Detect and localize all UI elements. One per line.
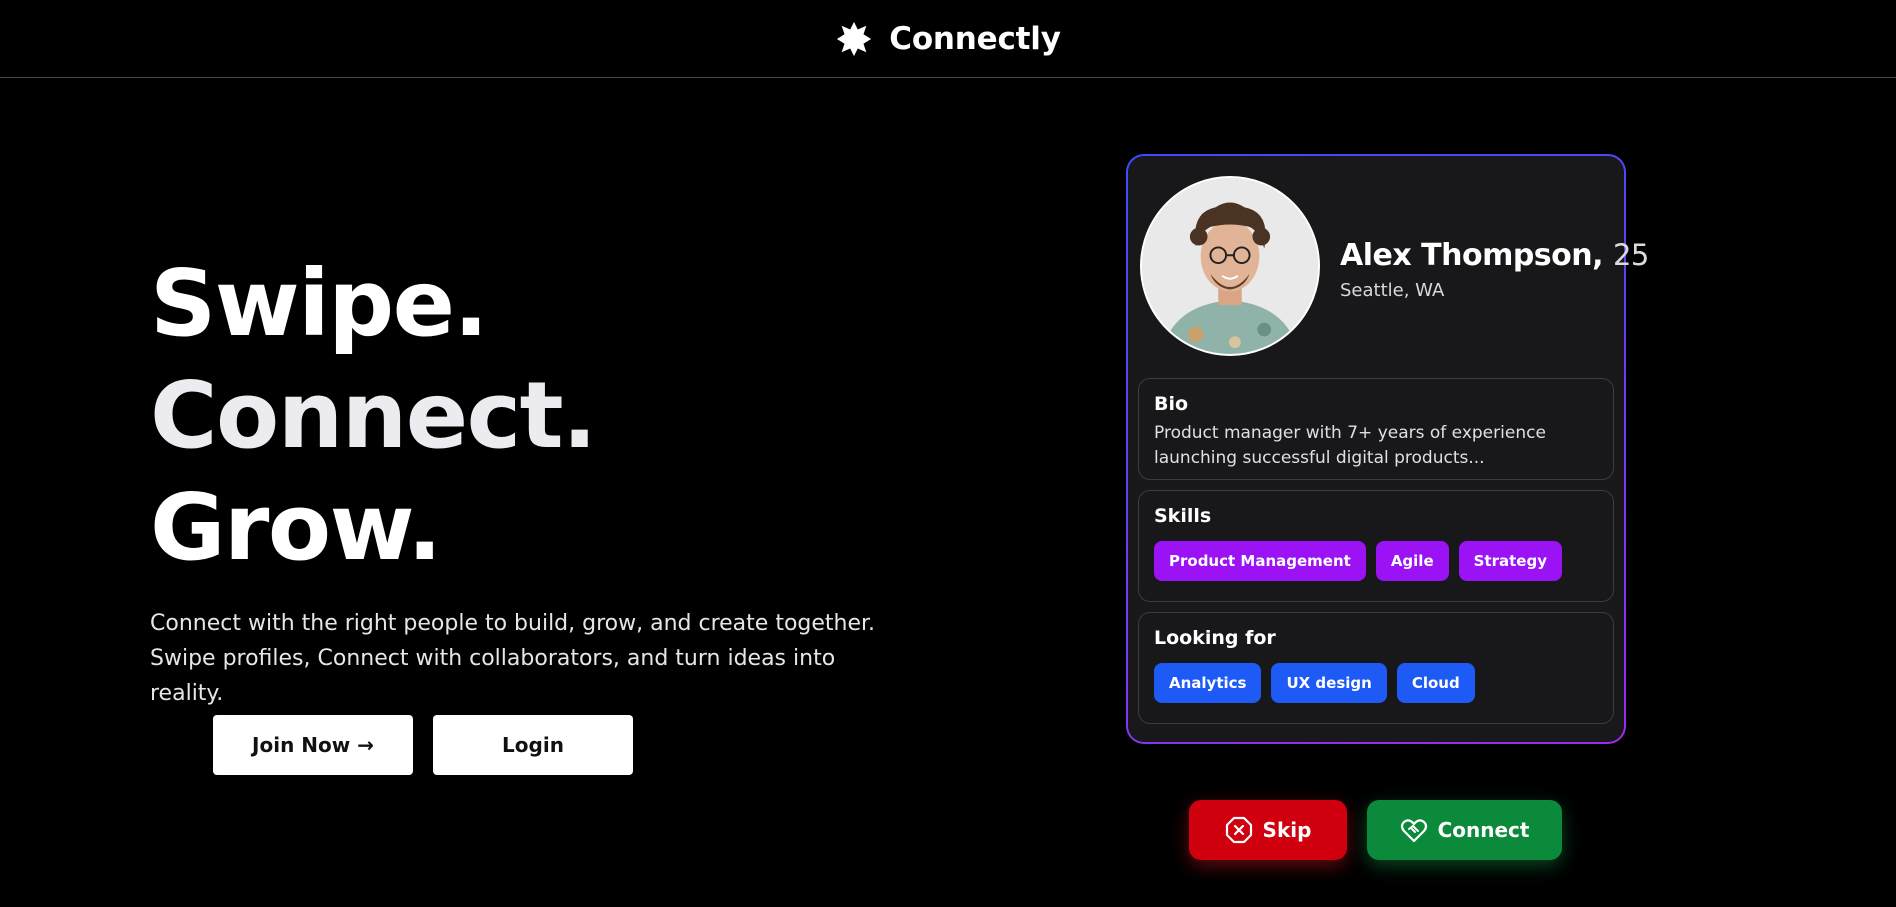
bio-title: Bio: [1154, 393, 1189, 415]
x-octagon-icon: [1225, 816, 1252, 844]
person-photo-icon: [1142, 178, 1318, 354]
profile-card-body: Alex Thompson, 25 Seattle, WA Bio Produc…: [1128, 156, 1649, 742]
profile-location: Seattle, WA: [1340, 280, 1445, 301]
skill-chip: Strategy: [1458, 541, 1562, 581]
profile-name-line: Alex Thompson, 25: [1340, 238, 1649, 273]
profile-age: 25: [1612, 238, 1649, 272]
looking-for-chip: UX design: [1271, 663, 1387, 703]
looking-for-title: Looking for: [1154, 627, 1276, 649]
looking-for-chip: Analytics: [1154, 663, 1262, 703]
hero-headline: Swipe. Connect. Grow.: [150, 248, 597, 584]
skip-label: Skip: [1262, 818, 1312, 842]
bio-text: Product manager with 7+ years of experie…: [1154, 423, 1546, 468]
looking-for-chip-list: Analytics UX design Cloud: [1154, 663, 1598, 703]
connect-label: Connect: [1437, 818, 1530, 842]
puzzle-star-logo-icon: [837, 21, 872, 56]
looking-for-chip: Cloud: [1396, 663, 1475, 703]
headline-grow: Grow.: [150, 474, 442, 581]
skip-button[interactable]: Skip: [1189, 800, 1347, 860]
profile-avatar: [1140, 176, 1320, 356]
skill-chip: Agile: [1375, 541, 1449, 581]
heart-handshake-icon: [1400, 819, 1427, 843]
bio-section: Bio Product manager with 7+ years of exp…: [1138, 378, 1614, 480]
join-now-button[interactable]: Join Now →: [213, 715, 413, 775]
skills-section: Skills Product Management Agile Strategy: [1138, 490, 1614, 602]
brand[interactable]: Connectly: [835, 20, 1061, 58]
connect-button[interactable]: Connect: [1367, 800, 1562, 860]
headline-swipe: Swipe.: [150, 250, 488, 357]
login-button[interactable]: Login: [433, 715, 633, 775]
headline-connect: Connect.: [150, 362, 597, 469]
skill-chip: Product Management: [1154, 541, 1366, 581]
looking-for-section: Looking for Analytics UX design Cloud: [1138, 612, 1614, 724]
top-navigation-bar: Connectly: [0, 0, 1896, 78]
brand-name: Connectly: [889, 20, 1061, 57]
hero-description: Connect with the right people to build, …: [150, 611, 876, 706]
skills-title: Skills: [1154, 505, 1212, 527]
skills-chip-list: Product Management Agile Strategy: [1154, 541, 1598, 581]
profile-card[interactable]: Alex Thompson, 25 Seattle, WA Bio Produc…: [1126, 154, 1649, 744]
profile-name: Alex Thompson,: [1340, 238, 1604, 273]
